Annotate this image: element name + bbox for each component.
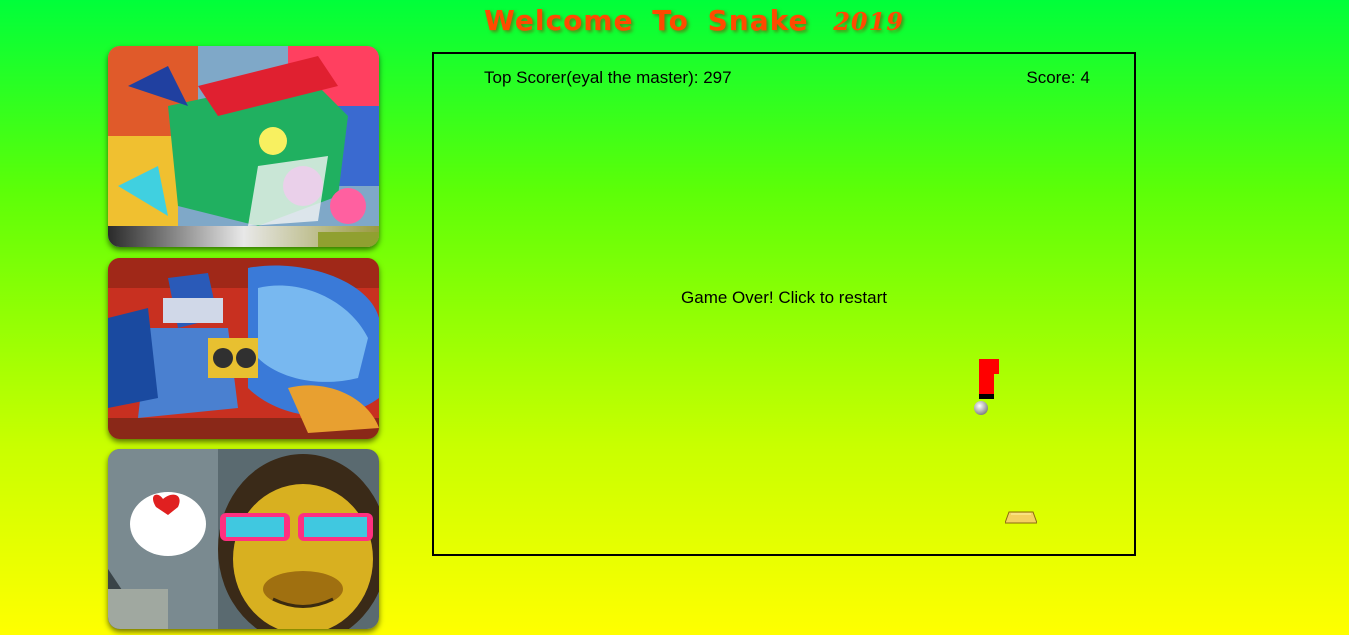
gallery-image-boombox-mural [108, 258, 379, 439]
score-value: 4 [1080, 68, 1090, 87]
gallery-image-portrait-mural [108, 46, 379, 247]
food-icon [1005, 511, 1037, 524]
game-board[interactable]: Top Scorer(eyal the master): 297 Score: 4… [432, 52, 1136, 556]
game-over-message[interactable]: Game Over! Click to restart [434, 288, 1134, 308]
title-year: 2019 [833, 7, 904, 36]
score-label: Score: [1026, 68, 1076, 87]
page-title: Welcome To Snake 2019 [484, 4, 904, 40]
title-text: Welcome To Snake [484, 4, 809, 37]
gallery-image-monkey-mural [108, 449, 379, 629]
top-scorer-label: Top Scorer(eyal the master): 297 [484, 68, 732, 87]
snake-body-segment [979, 374, 994, 394]
score-display: Score: 4 [1026, 68, 1090, 88]
ball-icon [974, 401, 988, 415]
snake-tail-segment [979, 394, 994, 399]
snake-head [979, 359, 999, 374]
